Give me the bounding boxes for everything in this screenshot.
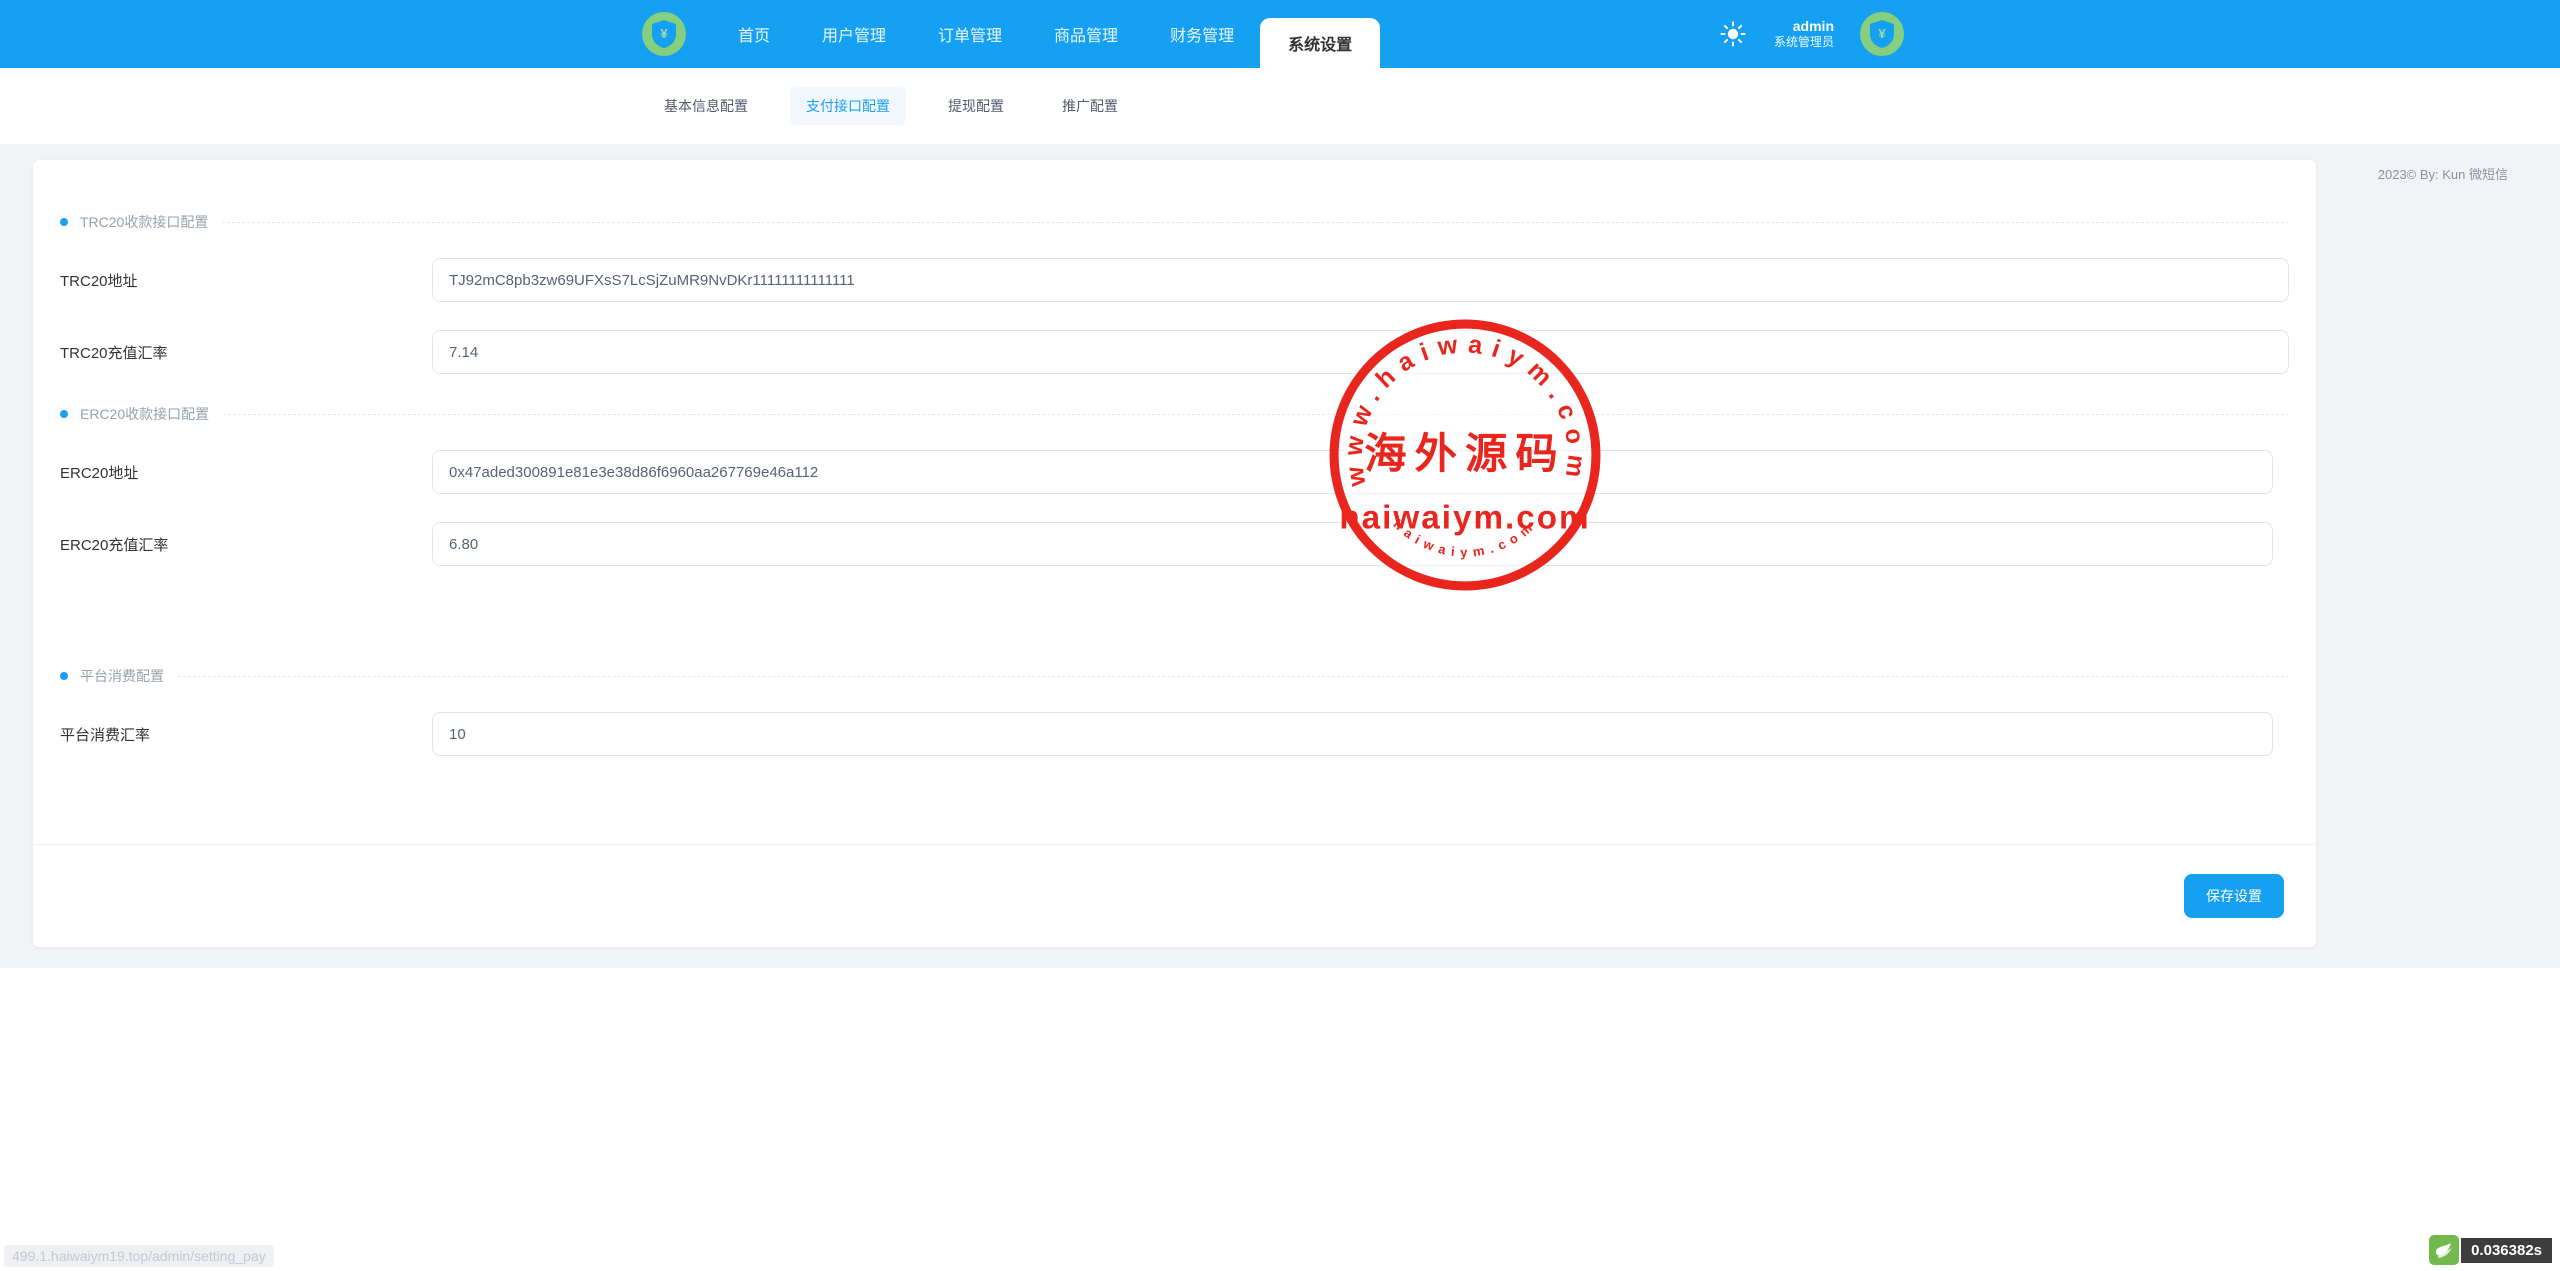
nav-item-home[interactable]: 首页 bbox=[712, 0, 796, 68]
dashed-rule bbox=[223, 414, 2289, 415]
section-trc20: TRC20收款接口配置 bbox=[60, 212, 2289, 232]
form-row-trc20-address: TRC20地址 bbox=[60, 258, 2289, 302]
user-info[interactable]: admin 系统管理员 bbox=[1774, 18, 1834, 51]
dashed-rule bbox=[178, 676, 2289, 677]
field-label: ERC20地址 bbox=[60, 462, 432, 483]
nav-item-settings[interactable]: 系统设置 bbox=[1260, 18, 1380, 68]
performance-indicator: 0.036382s bbox=[2429, 1235, 2552, 1265]
form-row-erc20-rate: ERC20充值汇率 bbox=[60, 522, 2289, 566]
svg-text:¥: ¥ bbox=[1878, 26, 1886, 41]
form-row-platform-rate: 平台消费汇率 bbox=[60, 712, 2289, 756]
payment-config-form: TRC20收款接口配置 TRC20地址 TRC20充值汇率 ERC20收款接口配… bbox=[33, 160, 2316, 756]
payment-config-card: TRC20收款接口配置 TRC20地址 TRC20充值汇率 ERC20收款接口配… bbox=[33, 160, 2316, 947]
platform-rate-input[interactable] bbox=[432, 712, 2273, 756]
field-control bbox=[432, 522, 2289, 566]
field-label: TRC20地址 bbox=[60, 270, 432, 291]
bullet-dot-icon bbox=[60, 672, 68, 680]
nav-item-finance[interactable]: 财务管理 bbox=[1144, 0, 1260, 68]
app-logo[interactable]: ¥ bbox=[642, 12, 686, 56]
content-area: 2023© By: Kun 微短信 TRC20收款接口配置 TRC20地址 TR… bbox=[0, 144, 2560, 968]
svg-text:¥: ¥ bbox=[660, 26, 668, 41]
user-avatar[interactable]: ¥ bbox=[1860, 12, 1904, 56]
section-title: ERC20收款接口配置 bbox=[80, 404, 209, 424]
copyright-text: 2023© By: Kun 微短信 bbox=[2378, 164, 2508, 183]
card-footer: 保存设置 bbox=[33, 844, 2316, 947]
nav-item-products[interactable]: 商品管理 bbox=[1028, 0, 1144, 68]
settings-subnav: 基本信息配置 支付接口配置 提现配置 推广配置 bbox=[0, 68, 2560, 144]
topbar-right: admin 系统管理员 ¥ bbox=[1718, 0, 1904, 68]
sun-icon[interactable] bbox=[1718, 19, 1748, 49]
trc20-address-input[interactable] bbox=[432, 258, 2289, 302]
erc20-rate-input[interactable] bbox=[432, 522, 2273, 566]
thinkphp-leaf-icon[interactable] bbox=[2429, 1235, 2459, 1265]
username: admin bbox=[1774, 18, 1834, 36]
erc20-address-input[interactable] bbox=[432, 450, 2273, 494]
save-settings-button[interactable]: 保存设置 bbox=[2184, 874, 2284, 918]
section-title: 平台消费配置 bbox=[80, 666, 164, 686]
user-role: 系统管理员 bbox=[1774, 35, 1834, 50]
section-erc20: ERC20收款接口配置 bbox=[60, 404, 2289, 424]
link-preview-url: 499.1.haiwaiym19.top/admin/setting_pay bbox=[4, 1245, 274, 1267]
field-control bbox=[432, 450, 2289, 494]
avatar-shield-icon: ¥ bbox=[1860, 12, 1904, 56]
page-load-time: 0.036382s bbox=[2461, 1238, 2552, 1263]
subnav-payment-config[interactable]: 支付接口配置 bbox=[790, 87, 906, 125]
top-navbar: ¥ 首页 用户管理 订单管理 商品管理 财务管理 系统设置 admin 系统 bbox=[0, 0, 2560, 68]
field-label: 平台消费汇率 bbox=[60, 724, 432, 745]
trc20-rate-input[interactable] bbox=[432, 330, 2289, 374]
bullet-dot-icon bbox=[60, 218, 68, 226]
subnav-withdraw-config[interactable]: 提现配置 bbox=[932, 87, 1020, 125]
form-row-trc20-rate: TRC20充值汇率 bbox=[60, 330, 2289, 374]
field-control bbox=[432, 330, 2289, 374]
subnav-promo-config[interactable]: 推广配置 bbox=[1046, 87, 1134, 125]
section-platform: 平台消费配置 bbox=[60, 666, 2289, 686]
nav-item-users[interactable]: 用户管理 bbox=[796, 0, 912, 68]
field-label: TRC20充值汇率 bbox=[60, 342, 432, 363]
main-nav: 首页 用户管理 订单管理 商品管理 财务管理 系统设置 bbox=[712, 0, 1380, 68]
field-control bbox=[432, 258, 2289, 302]
form-row-erc20-address: ERC20地址 bbox=[60, 450, 2289, 494]
dashed-rule bbox=[222, 222, 2289, 223]
subnav-basic-config[interactable]: 基本信息配置 bbox=[648, 87, 764, 125]
section-title: TRC20收款接口配置 bbox=[80, 212, 208, 232]
field-label: ERC20充值汇率 bbox=[60, 534, 432, 555]
nav-item-orders[interactable]: 订单管理 bbox=[912, 0, 1028, 68]
field-control bbox=[432, 712, 2289, 756]
shield-yuan-logo-icon: ¥ bbox=[642, 12, 686, 56]
bullet-dot-icon bbox=[60, 410, 68, 418]
